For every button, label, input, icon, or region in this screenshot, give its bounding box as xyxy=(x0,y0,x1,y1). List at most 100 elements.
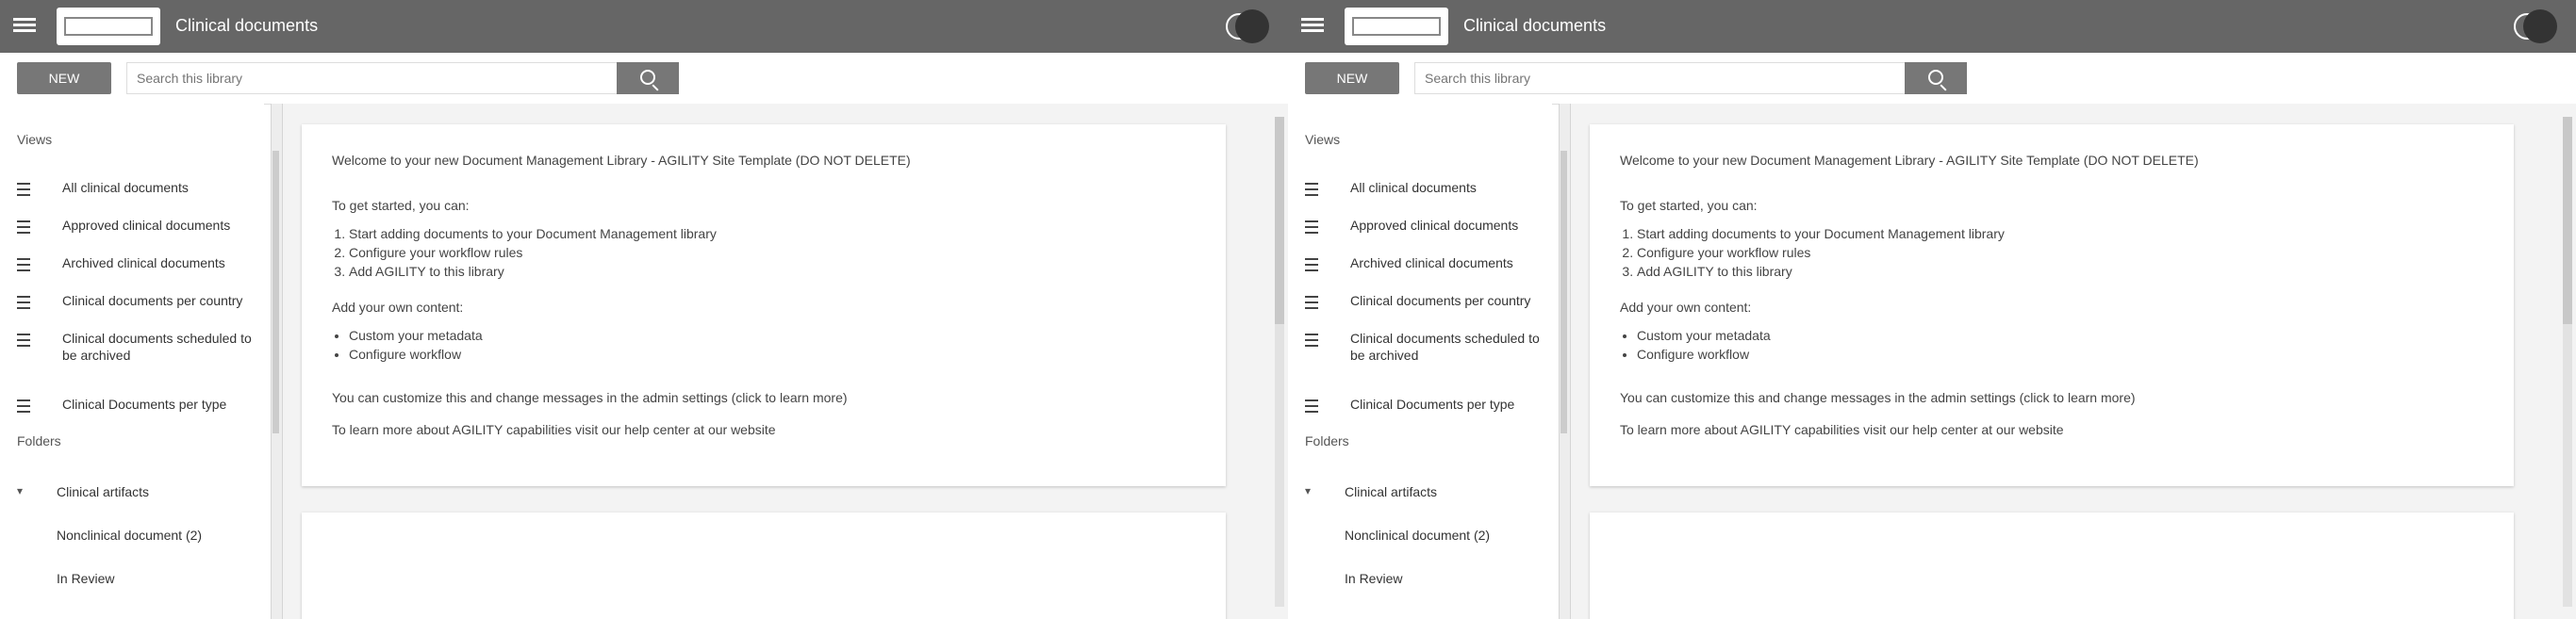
sidebar-item-label: Approved clinical documents xyxy=(1350,218,1519,233)
list-icon xyxy=(1305,220,1318,234)
sidebar-item-approved[interactable]: Approved clinical documents xyxy=(17,217,253,234)
vertical-scrollbar[interactable] xyxy=(2563,117,2572,607)
list-icon xyxy=(17,296,30,309)
sidebar: Views All clinical documents Approved cl… xyxy=(0,104,264,619)
sidebar-item-per-type[interactable]: Clinical Documents per type xyxy=(1305,396,1541,413)
top-bar: Clinical documents xyxy=(1288,0,2576,53)
scrollbar-thumb[interactable] xyxy=(1275,117,1284,324)
list-icon xyxy=(17,220,30,234)
search-button[interactable] xyxy=(617,62,679,94)
sidebar-item-scheduled-archive[interactable]: Clinical documents scheduled to be archi… xyxy=(1305,330,1541,364)
bullet-list: Custom your metadata Configure workflow xyxy=(349,326,1196,364)
steps-list: Start adding documents to your Document … xyxy=(1637,224,2484,281)
welcome-text: Welcome to your new Document Management … xyxy=(1620,153,2199,168)
sidebar-item-per-type[interactable]: Clinical Documents per type xyxy=(17,396,253,413)
sidebar-item-label: Archived clinical documents xyxy=(1350,255,1513,270)
sidebar-item-label: Clinical documents per country xyxy=(1350,293,1531,308)
new-button[interactable]: NEW xyxy=(17,62,111,94)
vertical-scrollbar[interactable] xyxy=(1275,117,1284,607)
sidebar-item-label: Clinical documents scheduled to be archi… xyxy=(1350,331,1540,363)
sidebar-item-all-clinical-documents[interactable]: All clinical documents xyxy=(17,179,253,196)
list-icon xyxy=(1305,258,1318,271)
sidebar: Views All clinical documents Approved cl… xyxy=(1288,104,1552,619)
chevron-down-icon[interactable]: ▾ xyxy=(1305,484,1311,497)
action-bar: NEW xyxy=(1288,53,2576,105)
sidebar-item-label: Archived clinical documents xyxy=(62,255,225,270)
logo[interactable] xyxy=(1345,8,1448,45)
welcome-text: Welcome to your new Document Management … xyxy=(332,153,911,168)
add-content-text: Add your own content: xyxy=(1620,300,1752,315)
search-input[interactable] xyxy=(127,63,653,93)
sidebar-views-label: Views xyxy=(17,132,53,147)
note-text[interactable]: To learn more about AGILITY capabilities… xyxy=(332,420,1196,439)
list-icon xyxy=(17,183,30,196)
search-input[interactable] xyxy=(1415,63,1941,93)
steps-list: Start adding documents to your Document … xyxy=(349,224,1196,281)
bullet-item: Custom your metadata xyxy=(1637,326,2484,345)
bullet-list: Custom your metadata Configure workflow xyxy=(1637,326,2484,364)
note-text[interactable]: You can customize this and change messag… xyxy=(332,388,1196,407)
chevron-down-icon[interactable]: ▾ xyxy=(17,484,23,497)
logo[interactable] xyxy=(57,8,160,45)
search-icon xyxy=(1928,69,1943,85)
search-icon xyxy=(640,69,655,85)
list-icon xyxy=(1305,334,1318,347)
secondary-card xyxy=(1590,513,2514,619)
welcome-card: Welcome to your new Document Management … xyxy=(1590,124,2514,486)
list-icon xyxy=(17,258,30,271)
dual-pane-app: Clinical documents NEW Views All clinica… xyxy=(0,0,2576,619)
avatar[interactable] xyxy=(2523,9,2557,43)
sidebar-item-per-country[interactable]: Clinical documents per country xyxy=(17,292,253,309)
sidebar-item-label: All clinical documents xyxy=(1350,180,1477,195)
splitter-handle[interactable] xyxy=(272,151,279,433)
page-title: Clinical documents xyxy=(175,16,319,35)
page-title: Clinical documents xyxy=(1463,16,1607,35)
sidebar-item-per-country[interactable]: Clinical documents per country xyxy=(1305,292,1541,309)
step-item: Add AGILITY to this library xyxy=(1637,262,2484,281)
avatar[interactable] xyxy=(1235,9,1269,43)
content-area: Welcome to your new Document Management … xyxy=(1571,104,2576,619)
hamburger-menu-icon[interactable] xyxy=(13,15,36,36)
folder-item-nonclinical-document[interactable]: Nonclinical document (2) xyxy=(1345,528,1490,543)
step-item: Add AGILITY to this library xyxy=(349,262,1196,281)
hamburger-menu-icon[interactable] xyxy=(1301,15,1324,36)
top-bar: Clinical documents xyxy=(0,0,1288,53)
sidebar-item-label: Approved clinical documents xyxy=(62,218,231,233)
list-icon xyxy=(1305,399,1318,413)
pane-right: Clinical documents NEW Views All clinica… xyxy=(1288,0,2576,619)
sidebar-views-label: Views xyxy=(1305,132,1341,147)
sidebar-folders-label: Folders xyxy=(17,433,61,448)
folder-item-in-review[interactable]: In Review xyxy=(1345,571,1402,586)
list-icon xyxy=(17,334,30,347)
bullet-item: Custom your metadata xyxy=(349,326,1196,345)
step-item: Start adding documents to your Document … xyxy=(349,224,1196,243)
folder-item-clinical-artifacts[interactable]: Clinical artifacts xyxy=(57,484,149,499)
folder-item-nonclinical-document[interactable]: Nonclinical document (2) xyxy=(57,528,202,543)
new-button[interactable]: NEW xyxy=(1305,62,1399,94)
sidebar-item-approved[interactable]: Approved clinical documents xyxy=(1305,217,1541,234)
add-content-text: Add your own content: xyxy=(332,300,464,315)
list-icon xyxy=(1305,296,1318,309)
secondary-card xyxy=(302,513,1226,619)
splitter-handle[interactable] xyxy=(1560,151,1567,433)
welcome-card: Welcome to your new Document Management … xyxy=(302,124,1226,486)
step-item: Start adding documents to your Document … xyxy=(1637,224,2484,243)
sidebar-item-label: Clinical documents per country xyxy=(62,293,243,308)
get-started-text: To get started, you can: xyxy=(1620,198,1758,213)
search-box xyxy=(1414,62,1941,94)
sidebar-item-archived[interactable]: Archived clinical documents xyxy=(1305,254,1541,271)
sidebar-item-archived[interactable]: Archived clinical documents xyxy=(17,254,253,271)
sidebar-item-all-clinical-documents[interactable]: All clinical documents xyxy=(1305,179,1541,196)
step-item: Configure your workflow rules xyxy=(1637,243,2484,262)
content-area: Welcome to your new Document Management … xyxy=(283,104,1288,619)
step-item: Configure your workflow rules xyxy=(349,243,1196,262)
get-started-text: To get started, you can: xyxy=(332,198,470,213)
note-text[interactable]: To learn more about AGILITY capabilities… xyxy=(1620,420,2484,439)
folder-item-in-review[interactable]: In Review xyxy=(57,571,114,586)
scrollbar-thumb[interactable] xyxy=(2563,117,2572,324)
sidebar-item-scheduled-archive[interactable]: Clinical documents scheduled to be archi… xyxy=(17,330,253,364)
list-icon xyxy=(17,399,30,413)
note-text[interactable]: You can customize this and change messag… xyxy=(1620,388,2484,407)
folder-item-clinical-artifacts[interactable]: Clinical artifacts xyxy=(1345,484,1437,499)
search-button[interactable] xyxy=(1905,62,1967,94)
